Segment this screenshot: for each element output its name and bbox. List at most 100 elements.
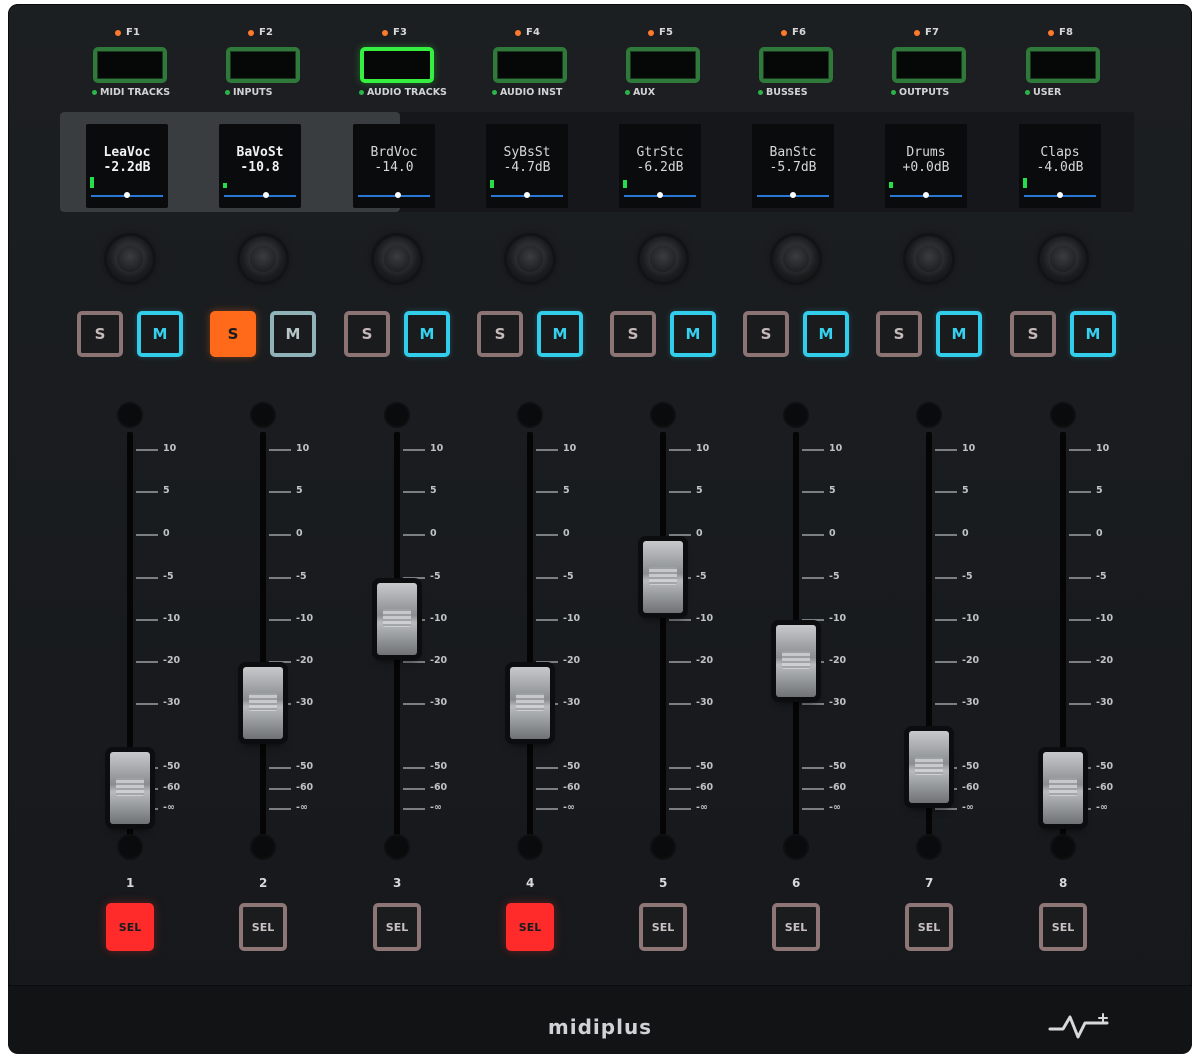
function-key-button[interactable] — [892, 47, 966, 83]
mute-button[interactable]: M — [270, 311, 316, 357]
select-button[interactable]: SEL — [239, 903, 287, 951]
function-key-id: F8 — [1059, 27, 1074, 38]
solo-button[interactable]: S — [77, 311, 123, 357]
mute-button[interactable]: M — [404, 311, 450, 357]
function-key-button[interactable] — [226, 47, 300, 83]
function-key-status-led — [492, 90, 497, 95]
fader-cap[interactable] — [1043, 752, 1083, 824]
mute-button[interactable]: M — [1070, 311, 1116, 357]
fader-bottom-hole — [252, 836, 274, 858]
fader-cap[interactable] — [110, 752, 150, 824]
solo-button[interactable]: S — [477, 311, 523, 357]
fader-scale-label: 0 — [829, 528, 836, 539]
fader-scale-label: -50 — [1096, 761, 1114, 772]
fader-cap[interactable] — [909, 731, 949, 803]
fader-scale-tick — [403, 808, 425, 810]
fader-scale-tick — [269, 808, 291, 810]
brand-mark-icon — [1048, 1013, 1109, 1039]
fader-scale-tick — [536, 767, 558, 769]
fader-scale-label: 10 — [563, 443, 577, 454]
fader-scale-tick — [403, 491, 425, 493]
fader-top-hole — [119, 404, 141, 426]
select-button[interactable]: SEL — [639, 903, 687, 951]
fader-scale-label: -30 — [163, 697, 181, 708]
channel-encoder-knob[interactable] — [374, 236, 420, 282]
select-button[interactable]: SEL — [905, 903, 953, 951]
function-key-label: USER — [1033, 87, 1062, 98]
fader-scale-label: -60 — [1096, 782, 1114, 793]
channel-number: 2 — [259, 876, 268, 890]
fader-scale-tick — [802, 534, 824, 536]
channel-display-value: -2.2dB — [103, 160, 151, 175]
channel-encoder-knob[interactable] — [1040, 236, 1086, 282]
channel-pan-indicator — [657, 192, 663, 198]
fader-cap[interactable] — [243, 667, 283, 739]
channel-level-meter — [1023, 178, 1027, 188]
function-key-button[interactable] — [360, 47, 434, 83]
channel-display-name: BaVoSt — [236, 145, 284, 160]
fader-scale-tick — [269, 788, 291, 790]
solo-button[interactable]: S — [344, 311, 390, 357]
channel-encoder-knob[interactable] — [773, 236, 819, 282]
fader-top-hole — [519, 404, 541, 426]
channel-encoder-knob[interactable] — [640, 236, 686, 282]
fader-scale-tick — [802, 577, 824, 579]
channel-level-meter — [490, 180, 494, 188]
channel-display-name: Drums — [906, 145, 946, 160]
function-key-button[interactable] — [626, 47, 700, 83]
select-button[interactable]: SEL — [373, 903, 421, 951]
fader-cap[interactable] — [776, 625, 816, 697]
select-button[interactable]: SEL — [772, 903, 820, 951]
function-key-label: OUTPUTS — [899, 87, 950, 98]
channel-display-value: +0.0dB — [902, 160, 950, 175]
function-key-button[interactable] — [759, 47, 833, 83]
channel-encoder-knob[interactable] — [906, 236, 952, 282]
fader-scale-label: -30 — [1096, 697, 1114, 708]
fader-scale-label: -60 — [829, 782, 847, 793]
mute-button[interactable]: M — [537, 311, 583, 357]
fader-cap[interactable] — [643, 541, 683, 613]
fader-scale-label: 0 — [1096, 528, 1103, 539]
solo-button[interactable]: S — [876, 311, 922, 357]
channel-number: 4 — [526, 876, 535, 890]
select-button[interactable]: SEL — [1039, 903, 1087, 951]
function-key-label: MIDI TRACKS — [100, 87, 171, 98]
solo-button[interactable]: S — [743, 311, 789, 357]
fader-scale-tick — [536, 788, 558, 790]
fader-scale-tick — [802, 449, 824, 451]
mute-button[interactable]: M — [936, 311, 982, 357]
solo-button[interactable]: S — [1010, 311, 1056, 357]
channel-encoder-knob[interactable] — [107, 236, 153, 282]
channel-encoder-knob[interactable] — [507, 236, 553, 282]
fader-cap[interactable] — [510, 667, 550, 739]
select-button[interactable]: SEL — [106, 903, 154, 951]
fader-scale-tick — [536, 491, 558, 493]
channel-encoder-knob[interactable] — [240, 236, 286, 282]
solo-button[interactable]: S — [210, 311, 256, 357]
fader-scale-tick — [1069, 619, 1091, 621]
fader-scale-label: -5 — [163, 571, 174, 582]
function-key-button[interactable] — [93, 47, 167, 83]
fader-scale-tick — [269, 661, 291, 663]
mute-button[interactable]: M — [803, 311, 849, 357]
function-key-label: INPUTS — [233, 87, 273, 98]
fader-scale-tick — [136, 619, 158, 621]
function-key-button[interactable] — [1026, 47, 1100, 83]
function-key-button[interactable] — [493, 47, 567, 83]
fader-scale-tick — [269, 577, 291, 579]
fader-scale-tick — [403, 767, 425, 769]
solo-button[interactable]: S — [610, 311, 656, 357]
fader-scale-label: -10 — [430, 613, 448, 624]
fader-scale-label: -60 — [563, 782, 581, 793]
fader-scale-tick — [536, 808, 558, 810]
function-key-status-led — [625, 90, 630, 95]
mute-button[interactable]: M — [670, 311, 716, 357]
fader-scale-label: 10 — [296, 443, 310, 454]
fader-cap[interactable] — [377, 583, 417, 655]
function-key-id: F3 — [393, 27, 408, 38]
mute-button[interactable]: M — [137, 311, 183, 357]
fader-scale-tick — [136, 661, 158, 663]
function-key-status-led — [92, 90, 97, 95]
channel-display-name: BanStc — [769, 145, 817, 160]
select-button[interactable]: SEL — [506, 903, 554, 951]
